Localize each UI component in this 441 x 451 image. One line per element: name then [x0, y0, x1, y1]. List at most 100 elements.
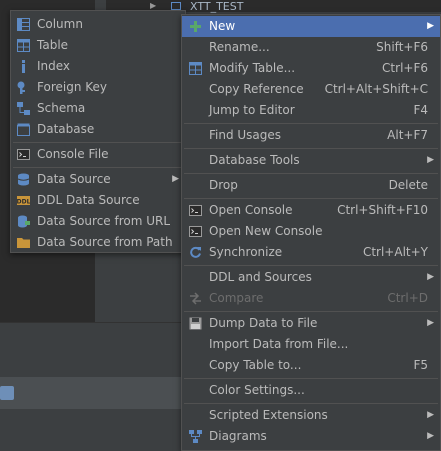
console-icon [189, 226, 202, 237]
menu-item-label: Table [37, 38, 69, 52]
new-submenu: Column Table Index Foreign Key Schema Da… [10, 10, 186, 253]
menu-item-label: Open Console [209, 203, 293, 217]
menu-item-open-console[interactable]: Open Console Ctrl+Shift+F10 [182, 200, 440, 221]
menu-separator [184, 123, 438, 124]
menu-item-copy-table-to[interactable]: Copy Table to... F5 [182, 355, 440, 376]
shortcut-label: Ctrl+D [387, 291, 428, 305]
menu-item-label: Scripted Extensions [209, 408, 328, 422]
modify-table-icon [189, 62, 202, 75]
menu-item-dump-data-to-file[interactable]: Dump Data to File ▶ [182, 313, 440, 334]
shortcut-label: Shift+F6 [376, 40, 428, 54]
menu-item-label: Copy Reference [209, 82, 304, 96]
menu-item-label: Column [37, 17, 83, 31]
table-icon [17, 39, 30, 52]
menu-item-diagrams[interactable]: Diagrams ▶ [182, 426, 440, 447]
menu-item-label: Open New Console [209, 224, 323, 238]
menu-item-foreign-key[interactable]: Foreign Key [11, 77, 185, 98]
menu-item-synchronize[interactable]: Synchronize Ctrl+Alt+Y [182, 242, 440, 263]
menu-item-console-file[interactable]: Console File [11, 144, 185, 165]
menu-item-database-tools[interactable]: Database Tools ▶ [182, 150, 440, 171]
menu-item-color-settings[interactable]: Color Settings... [182, 380, 440, 401]
menu-item-label: Compare [209, 291, 264, 305]
menu-item-label: Diagrams [209, 429, 267, 443]
menu-item-open-new-console[interactable]: Open New Console [182, 221, 440, 242]
menu-separator [13, 142, 183, 143]
menu-item-index[interactable]: Index [11, 56, 185, 77]
shortcut-label: Delete [388, 178, 428, 192]
menu-item-label: Synchronize [209, 245, 283, 259]
menu-item-label: Database [37, 122, 95, 136]
menu-item-label: Console File [37, 147, 109, 161]
menu-item-schema[interactable]: Schema [11, 98, 185, 119]
shortcut-label: Ctrl+F6 [382, 61, 428, 75]
menu-separator [184, 311, 438, 312]
database-icon [17, 123, 30, 136]
menu-item-scripted-extensions[interactable]: Scripted Extensions ▶ [182, 405, 440, 426]
data-source-icon [17, 173, 30, 186]
menu-item-label: Index [37, 59, 71, 73]
menu-item-jump-to-editor[interactable]: Jump to Editor F4 [182, 100, 440, 121]
schema-icon [17, 102, 30, 115]
menu-separator [184, 378, 438, 379]
menu-item-label: Schema [37, 101, 86, 115]
menu-item-compare[interactable]: Compare Ctrl+D [182, 288, 440, 309]
compare-icon [190, 292, 201, 305]
menu-item-label: Data Source [37, 172, 111, 186]
menu-item-ddl-data-source[interactable]: DDL DDL Data Source [11, 190, 185, 211]
table-icon [171, 2, 181, 10]
submenu-arrow-icon: ▶ [427, 155, 434, 165]
shortcut-label: Ctrl+Shift+F10 [337, 203, 428, 217]
submenu-arrow-icon: ▶ [427, 272, 434, 282]
shortcut-label: Ctrl+Alt+Shift+C [324, 82, 428, 96]
menu-item-data-source-from-path[interactable]: Data Source from Path [11, 232, 185, 253]
menu-separator [184, 148, 438, 149]
menu-item-label: Dump Data to File [209, 316, 318, 330]
menu-item-label: DDL and Sources [209, 270, 312, 284]
menu-item-label: DDL Data Source [37, 193, 140, 207]
menu-item-label: Jump to Editor [209, 103, 295, 117]
menu-item-drop[interactable]: Drop Delete [182, 175, 440, 196]
submenu-arrow-icon: ▶ [427, 318, 434, 328]
menu-item-label: Color Settings... [209, 383, 305, 397]
context-menu: New ▶ Rename... Shift+F6 Modify Table...… [181, 14, 441, 451]
menu-item-label: Database Tools [209, 153, 300, 167]
expand-arrow-icon[interactable]: ▶ [150, 1, 156, 10]
diagram-icon [189, 430, 202, 443]
console-icon [189, 205, 202, 216]
menu-item-rename[interactable]: Rename... Shift+F6 [182, 37, 440, 58]
menu-item-find-usages[interactable]: Find Usages Alt+F7 [182, 125, 440, 146]
shortcut-label: F4 [413, 103, 428, 117]
menu-item-copy-reference[interactable]: Copy Reference Ctrl+Alt+Shift+C [182, 79, 440, 100]
menu-item-label: Modify Table... [209, 61, 296, 75]
submenu-arrow-icon: ▶ [427, 431, 434, 441]
submenu-arrow-icon: ▶ [427, 21, 434, 31]
menu-item-label: Drop [209, 178, 238, 192]
data-source-url-icon [18, 215, 30, 228]
menu-separator [13, 167, 183, 168]
menu-separator [184, 173, 438, 174]
menu-item-label: Import Data from File... [209, 337, 349, 351]
menu-item-new[interactable]: New ▶ [182, 16, 440, 37]
menu-item-label: Find Usages [209, 128, 282, 142]
index-icon [22, 60, 25, 73]
menu-item-ddl-and-sources[interactable]: DDL and Sources ▶ [182, 267, 440, 288]
menu-item-table[interactable]: Table [11, 35, 185, 56]
menu-item-database[interactable]: Database [11, 119, 185, 140]
plus-icon [190, 21, 201, 32]
menu-item-label: Foreign Key [37, 80, 107, 94]
menu-item-import-data-from-file[interactable]: Import Data from File... [182, 334, 440, 355]
menu-item-column[interactable]: Column [11, 14, 185, 35]
ddl-icon: DDL [17, 196, 30, 205]
menu-separator [184, 198, 438, 199]
column-icon [17, 18, 30, 31]
menu-item-label: Rename... [209, 40, 270, 54]
menu-item-data-source[interactable]: Data Source ▶ [11, 169, 185, 190]
menu-item-label: New [209, 19, 236, 33]
key-icon [17, 81, 25, 94]
menu-item-label: Copy Table to... [209, 358, 302, 372]
menu-item-modify-table[interactable]: Modify Table... Ctrl+F6 [182, 58, 440, 79]
menu-item-label: Data Source from URL [37, 214, 171, 228]
menu-item-data-source-from-url[interactable]: Data Source from URL [11, 211, 185, 232]
tree-node-label: XTT_TEST [190, 0, 244, 13]
svg-text:DDL: DDL [17, 198, 30, 205]
